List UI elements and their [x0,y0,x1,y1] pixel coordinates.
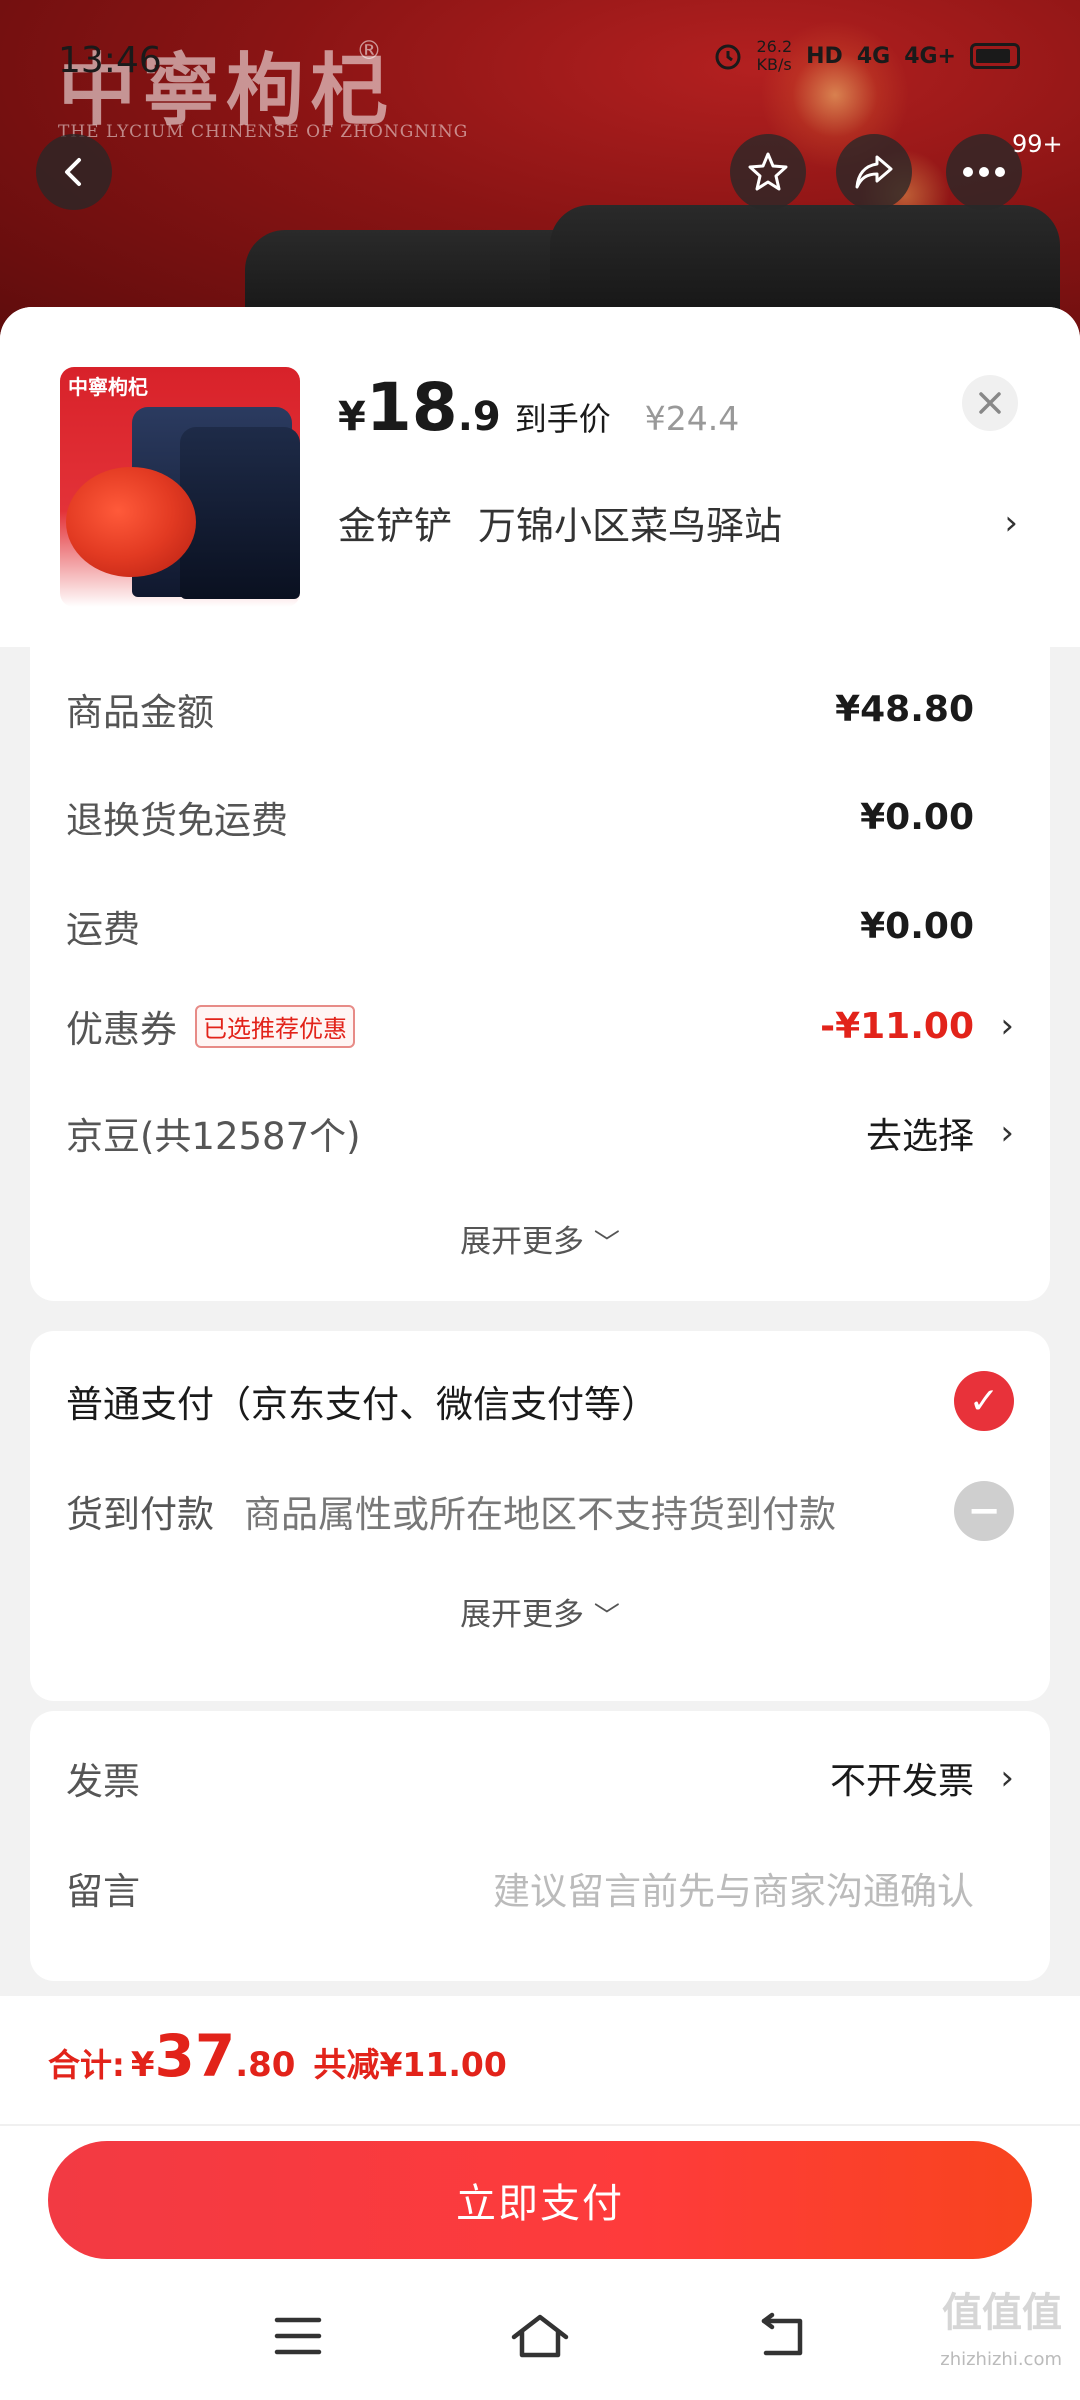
checked-circle-icon[interactable]: ✓ [954,1371,1014,1431]
checkout-footer: 合计: ¥ 37 .80 共减¥11.00 立即支付 值值值 zhizhizhi… [0,1996,1080,2400]
coupon-recommended-badge: 已选推荐优惠 [195,1004,355,1048]
invoice-label: 发票 [66,1760,140,1803]
payment-method-card: 普通支付（京东支付、微信支付等） ✓ 货到付款 商品属性或所在地区不支持货到付款… [30,1331,1050,1701]
more-button[interactable] [946,134,1022,210]
return-shipping-label: 退换货免运费 [66,799,288,842]
goods-amount-value: ¥48.80 [835,688,974,730]
hd-icon: HD [806,43,843,69]
shipping-label: 运费 [66,908,140,951]
registered-mark: ® [356,36,382,66]
total-currency: ¥ [130,2045,155,2085]
product-banner: 中寧枸杞 ® THE LYCIUM CHINENSE OF ZHONGNING … [0,0,1080,340]
invoice-note-card: 发票 不开发票 › 留言 建议留言前先与商家沟通确认 [30,1711,1050,1981]
coupon-row[interactable]: 优惠券 已选推荐优惠 -¥11.00 › [66,999,1014,1053]
return-shipping-row: 退换货免运费 ¥0.00 [66,790,1014,844]
cod-description: 商品属性或所在地区不支持货到付款 [244,1493,836,1536]
back-button[interactable] [36,134,112,210]
chevron-down-icon: ﹀ [593,1602,620,1632]
goods-amount-row: 商品金额 ¥48.80 [66,682,1014,736]
price-currency: ¥ [338,394,366,440]
notification-badge: 99+ [1012,130,1063,158]
back-nav-button[interactable] [742,2296,822,2376]
watermark-url: zhizhizhi.com [940,2349,1062,2370]
net-speed: 26.2 KB/s [757,38,793,74]
expand-more-fees[interactable]: 展开更多 ﹀ [30,1216,1050,1261]
chevron-down-icon: ﹀ [593,1229,620,1259]
share-icon [855,155,893,189]
close-icon [979,392,1001,414]
total-label: 合计: [48,2046,125,2084]
jd-beans-label: 京豆(共12587个) [66,1115,361,1158]
close-button[interactable] [962,375,1018,431]
star-icon [748,152,788,191]
back-arrow-icon [761,2312,803,2356]
shipping-value: ¥0.00 [860,905,974,947]
thumb-berries [66,467,196,577]
total-integer: 37 [154,2022,236,2090]
address-selector[interactable]: 金铲铲 万锦小区菜鸟驿站 › [338,495,1018,550]
net-speed-value: 26.2 [756,37,793,56]
battery-icon [970,43,1020,69]
note-label: 留言 [66,1870,140,1913]
disabled-circle-icon: − [954,1481,1014,1541]
sim1-signal: 4G [856,43,891,69]
net-speed-unit: KB/s [756,55,792,74]
status-icons: 26.2 KB/s HD 4G 4G+ [713,38,1020,74]
menu-icon [274,2317,322,2355]
payment-normal-label: 普通支付（京东支付、微信支付等） [66,1383,658,1426]
price-integer: 18 [365,369,458,446]
status-time: 13:46 [58,40,162,81]
shipping-row: 运费 ¥0.00 [66,899,1014,953]
payment-option-normal[interactable]: 普通支付（京东支付、微信支付等） ✓ [66,1371,1014,1431]
chevron-right-icon: › [1000,1758,1014,1798]
favorite-button[interactable] [730,134,806,210]
chevron-right-icon: › [1000,1006,1014,1046]
system-nav-bar [0,2296,1080,2400]
brand-subtitle: THE LYCIUM CHINENSE OF ZHONGNING [58,122,469,142]
address-recipient: 金铲铲 [338,504,453,548]
original-price: ¥24.4 [644,399,740,438]
chevron-right-icon: › [1000,1113,1014,1153]
thumb-brand-label: 中寧枸杞 [68,375,148,399]
pay-now-button[interactable]: 立即支付 [48,2141,1032,2259]
thumb-jar [180,427,300,599]
invoice-row[interactable]: 发票 不开发票 › [66,1751,1014,1805]
note-input[interactable]: 建议留言前先与商家沟通确认 [493,1861,974,1915]
home-icon [511,2314,569,2358]
product-summary: 中寧枸杞 ¥ 18 .9 到手价 ¥24.4 金铲铲 万锦小区菜鸟驿站 › [0,307,1080,647]
expand-more-label: 展开更多 [460,1224,585,1260]
alarm-icon [715,44,740,70]
total-decimal: .80 [235,2045,296,2085]
product-thumbnail[interactable]: 中寧枸杞 [60,367,300,607]
return-shipping-value: ¥0.00 [860,796,974,838]
order-total: 合计: ¥ 37 .80 共减¥11.00 [48,2022,507,2090]
price-row: ¥ 18 .9 到手价 ¥24.4 [338,369,739,446]
jd-beans-row[interactable]: 京豆(共12587个) 去选择 › [66,1106,1014,1160]
coupon-label: 优惠券 [66,1008,177,1051]
address-text: 万锦小区菜鸟驿站 [478,504,783,548]
goods-amount-label: 商品金额 [66,691,214,734]
chevron-right-icon: › [1004,502,1018,543]
expand-more-label: 展开更多 [460,1597,585,1633]
watermark-logo: 值值值 [942,2290,1062,2336]
price-decimal: .9 [457,394,501,440]
expand-more-payment[interactable]: 展开更多 ﹀ [30,1589,1050,1634]
coupon-value: -¥11.00 [820,1005,974,1047]
menu-button[interactable] [258,2296,338,2376]
total-saving: 共减¥11.00 [313,2045,507,2084]
price-tag-label: 到手价 [514,400,611,438]
chevron-left-icon [65,158,81,186]
share-button[interactable] [836,134,912,210]
cod-label: 货到付款 [66,1493,214,1536]
invoice-value: 不开发票 [829,1761,974,1802]
more-dots-icon [963,167,1005,177]
sim2-signal: 4G+ [904,43,956,69]
note-row[interactable]: 留言 建议留言前先与商家沟通确认 [66,1861,1014,1915]
payment-option-cod: 货到付款 商品属性或所在地区不支持货到付款 − [66,1481,1014,1541]
home-button[interactable] [500,2296,580,2376]
jd-beans-value: 去选择 [865,1116,974,1157]
footer-divider [0,2124,1080,2126]
fee-details-card: 商品金额 ¥48.80 退换货免运费 ¥0.00 运费 ¥0.00 优惠券 已选… [30,644,1050,1301]
